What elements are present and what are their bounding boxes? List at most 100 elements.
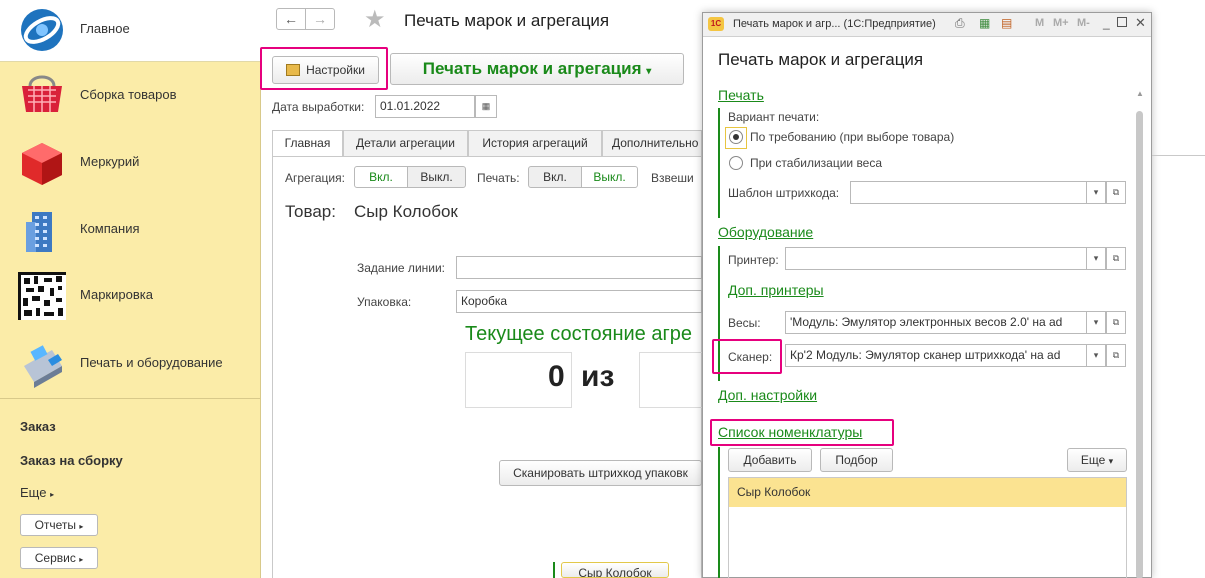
actions-menu-label: Печать марок и агрегация: [422, 59, 642, 78]
product-value: Сыр Колобок: [354, 202, 458, 221]
calendar-icon[interactable]: ▤: [1001, 16, 1012, 30]
memory-plus-icon[interactable]: M+: [1053, 17, 1069, 29]
printer-open[interactable]: ⧉: [1106, 247, 1126, 270]
chevron-down-icon: ▾: [646, 66, 652, 77]
dialog-titlebar: 1C Печать марок и агр... (1С:Предприятие…: [703, 13, 1151, 37]
settings-label: Настройки: [306, 63, 365, 77]
forward-button[interactable]: →: [305, 8, 335, 30]
scan-barcode-button[interactable]: Сканировать штрихкод упаковк: [499, 460, 702, 486]
dialog-scrollbar[interactable]: ▲: [1136, 89, 1144, 578]
list-item[interactable]: Сыр Колобок: [729, 478, 1126, 507]
scanner-open[interactable]: ⧉: [1106, 344, 1126, 367]
sidebar-divider: [0, 398, 261, 399]
tab-aggregation-details[interactable]: Детали агрегации: [343, 130, 468, 156]
gear-folder-icon: [286, 64, 301, 76]
calculator-icon[interactable]: ▦: [979, 16, 990, 30]
chevron-down-icon: ▾: [1108, 456, 1114, 466]
back-button[interactable]: ←: [276, 8, 306, 30]
calendar-icon: ▦: [481, 101, 491, 111]
product-label: Товар:: [285, 202, 336, 221]
extra-settings-link[interactable]: Доп. настройки: [718, 387, 817, 403]
sidebar-item-mercury[interactable]: Меркурий: [0, 130, 261, 196]
scanner-label: Сканер:: [728, 350, 773, 364]
scrollbar-thumb[interactable]: [1136, 111, 1143, 578]
extra-printers-link[interactable]: Доп. принтеры: [728, 282, 824, 298]
maximize-icon[interactable]: [1117, 17, 1127, 27]
radio-on-demand[interactable]: [729, 130, 743, 144]
tab-main[interactable]: Главная: [272, 130, 343, 157]
minimize-icon[interactable]: _: [1103, 16, 1110, 30]
memory-m-icon[interactable]: M: [1035, 17, 1044, 29]
scales-dropdown[interactable]: ▾: [1086, 311, 1106, 334]
printer-input[interactable]: [785, 247, 1087, 270]
aggregation-on-toggle[interactable]: Вкл.: [354, 166, 408, 188]
scales-input[interactable]: 'Модуль: Эмулятор электронных весов 2.0'…: [785, 311, 1087, 334]
weigh-label: Взвеши: [651, 171, 694, 185]
reports-button[interactable]: Отчеты ▸: [20, 514, 98, 536]
counter-total-box: [639, 352, 702, 408]
chevron-right-icon: ▸: [79, 555, 84, 564]
add-button[interactable]: Добавить: [728, 448, 812, 472]
radio-on-weight[interactable]: [729, 156, 743, 170]
sidebar-item-marking[interactable]: Маркировка: [0, 263, 261, 329]
service-label: Сервис: [34, 551, 76, 565]
sidebar-item-assembly[interactable]: Сборка товаров: [0, 63, 261, 129]
chevron-down-icon: ▾: [1093, 253, 1099, 263]
barcode-template-open[interactable]: ⧉: [1106, 181, 1126, 204]
equipment-section-link[interactable]: Оборудование: [718, 224, 813, 240]
scanner-input[interactable]: Кр'2 Модуль: Эмулятор сканер штрихкода' …: [785, 344, 1087, 367]
print-off-toggle[interactable]: Выкл.: [581, 166, 638, 188]
print-icon[interactable]: ⎙: [955, 16, 965, 31]
dialog-window-title: Печать марок и агр... (1С:Предприятие): [733, 18, 936, 30]
memory-minus-icon[interactable]: M-: [1077, 17, 1090, 29]
radio-on-demand-label[interactable]: По требованию (при выборе товара): [750, 130, 954, 144]
chevron-down-icon: ▾: [1093, 317, 1099, 327]
line-task-input[interactable]: [456, 256, 702, 279]
nomenclature-section-link[interactable]: Список номенклатуры: [718, 424, 862, 440]
scales-open[interactable]: ⧉: [1106, 311, 1126, 334]
print-section-link[interactable]: Печать: [718, 87, 764, 103]
sidebar-link-assembly-order[interactable]: Заказ на сборку: [20, 453, 123, 468]
datamatrix-icon: [18, 272, 66, 320]
print-label: Печать:: [477, 171, 520, 185]
tab-aggregation-history[interactable]: История агрегаций: [468, 130, 602, 156]
service-button[interactable]: Сервис ▸: [20, 547, 98, 569]
calendar-button[interactable]: ▦: [475, 95, 497, 118]
settings-dialog: 1C Печать марок и агр... (1С:Предприятие…: [702, 12, 1152, 578]
app-logo-icon: 1C: [708, 17, 724, 31]
sidebar-link-order[interactable]: Заказ: [20, 419, 56, 434]
sidebar-item-printing[interactable]: Печать и оборудование: [0, 331, 261, 397]
barcode-template-input[interactable]: [850, 181, 1087, 204]
date-input[interactable]: 01.01.2022: [375, 95, 475, 118]
background-tab-line: [1152, 155, 1205, 156]
sidebar-item-home[interactable]: Главное: [0, 0, 261, 62]
sidebar-item-label: Компания: [80, 221, 140, 236]
printer-label: Принтер:: [728, 253, 779, 267]
print-variant-label: Вариант печати:: [728, 110, 820, 124]
package-label: Упаковка:: [357, 295, 412, 309]
scanner-dropdown[interactable]: ▾: [1086, 344, 1106, 367]
radio-on-weight-label[interactable]: При стабилизации веса: [750, 156, 882, 170]
arrow-right-icon: →: [313, 11, 327, 27]
bottom-list-item[interactable]: Сыр Колобок: [561, 562, 669, 578]
favorite-star-icon[interactable]: ★: [364, 5, 386, 34]
page-title: Печать марок и агрегация: [404, 11, 610, 30]
scroll-up-icon[interactable]: ▲: [1136, 89, 1144, 98]
home-icon: [21, 9, 63, 51]
aggregation-off-toggle[interactable]: Выкл.: [407, 166, 466, 188]
settings-button[interactable]: Настройки: [272, 56, 379, 84]
sidebar-item-company[interactable]: Компания: [0, 197, 261, 263]
printer-dropdown[interactable]: ▾: [1086, 247, 1106, 270]
actions-menu-button[interactable]: Печать марок и агрегация ▾: [390, 53, 684, 85]
sidebar-more[interactable]: Еще ▸: [20, 485, 54, 500]
package-input[interactable]: Коробка: [456, 290, 702, 313]
close-icon[interactable]: ✕: [1135, 15, 1146, 31]
more-button[interactable]: Еще ▾: [1067, 448, 1127, 472]
print-on-toggle[interactable]: Вкл.: [528, 166, 582, 188]
building-icon: [26, 212, 52, 252]
pick-button[interactable]: Подбор: [820, 448, 893, 472]
tab-additional[interactable]: Дополнительно: [602, 130, 702, 156]
barcode-template-dropdown[interactable]: ▾: [1086, 181, 1106, 204]
nomenclature-section-bar: [718, 447, 720, 578]
chevron-down-icon: ▾: [1093, 187, 1099, 197]
